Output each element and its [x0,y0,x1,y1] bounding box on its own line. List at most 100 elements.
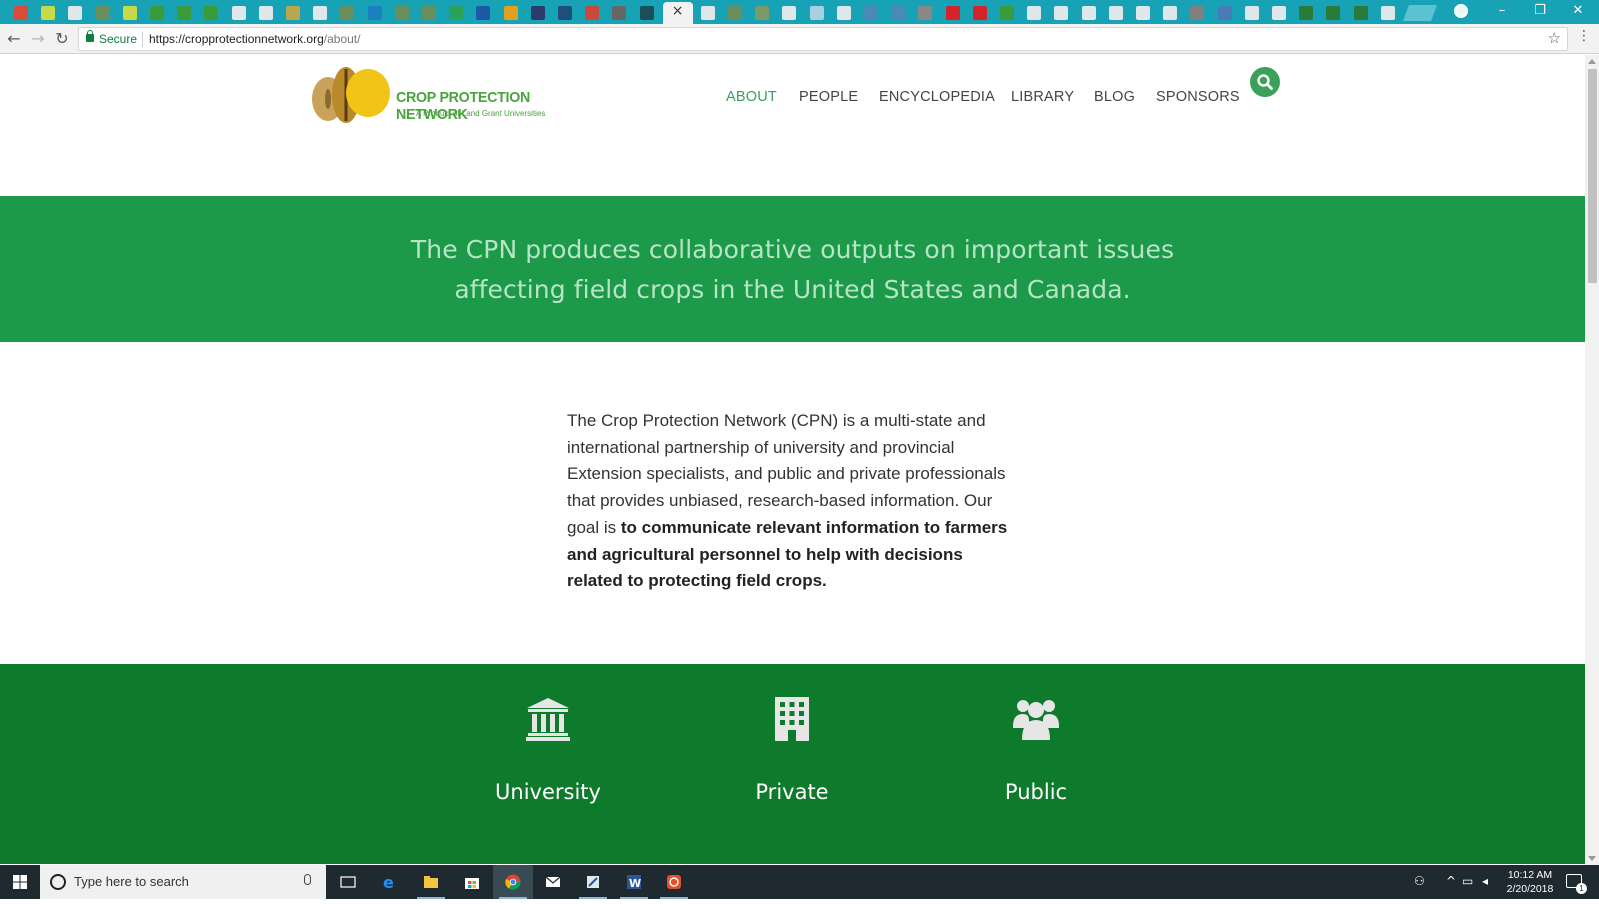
taskbar-app-snipping-tool[interactable] [573,865,613,899]
browser-tab[interactable] [1266,2,1292,24]
browser-tab[interactable] [749,2,775,24]
browser-tab[interactable] [498,2,524,24]
browser-tab[interactable] [416,2,442,24]
bookmark-star-icon[interactable]: ☆ [1548,29,1561,47]
browser-tab[interactable] [226,2,252,24]
browser-tab[interactable] [171,2,197,24]
browser-tab[interactable] [470,2,496,24]
partner-types-section: University Private Public [0,664,1585,864]
nav-blog[interactable]: BLOG [1094,89,1135,105]
browser-tab[interactable] [552,2,578,24]
browser-tab[interactable] [1076,2,1102,24]
taskbar-app-word[interactable]: W [614,865,654,899]
tab-favicon-icon [585,6,600,20]
users-icon [1013,700,1059,740]
browser-tab[interactable] [1021,2,1047,24]
show-hidden-icons-icon[interactable]: ^ [1446,874,1456,888]
browser-tab[interactable] [1239,2,1265,24]
nav-encyclopedia[interactable]: ENCYCLOPEDIA [879,89,995,105]
tab-favicon-icon [1190,6,1205,20]
browser-tab[interactable] [994,2,1020,24]
taskbar-search-box[interactable]: Type here to search [40,865,326,899]
task-view-button[interactable] [328,865,368,899]
browser-tab[interactable] [634,2,660,24]
browser-tab[interactable] [8,2,34,24]
url-text[interactable]: https://cropprotectionnetwork.org/about/ [149,32,360,46]
nav-library[interactable]: LIBRARY [1011,89,1074,105]
tab-favicon-icon [1353,6,1368,20]
browser-tab[interactable] [695,2,721,24]
start-button[interactable] [0,865,40,899]
browser-tab[interactable] [1375,2,1401,24]
minimize-button[interactable]: – [1484,0,1520,24]
browser-tab[interactable] [1157,2,1183,24]
taskbar-app-file-explorer[interactable] [411,865,451,899]
browser-tab[interactable] [831,2,857,24]
network-icon[interactable]: ▭ [1462,874,1473,888]
browser-tab[interactable] [722,2,748,24]
browser-tab[interactable] [198,2,224,24]
browser-tab-active[interactable]: × [662,2,693,24]
browser-tab[interactable] [885,2,911,24]
browser-tab[interactable] [1048,2,1074,24]
tab-favicon-icon [891,6,906,20]
profile-icon[interactable] [1454,4,1468,18]
browser-tab[interactable] [90,2,116,24]
browser-tab[interactable] [940,2,966,24]
volume-icon[interactable]: ◂ [1482,874,1488,888]
browser-tab[interactable] [525,2,551,24]
browser-tab[interactable] [1184,2,1210,24]
browser-tab[interactable] [307,2,333,24]
browser-tab[interactable] [144,2,170,24]
microphone-icon[interactable] [304,874,311,885]
close-window-button[interactable]: ✕ [1560,0,1596,24]
site-search-button[interactable] [1250,67,1280,97]
browser-tab[interactable] [35,2,61,24]
browser-tab[interactable] [1348,2,1374,24]
taskbar-app-edge[interactable]: e [370,865,410,899]
browser-tab[interactable] [804,2,830,24]
page-scrollbar[interactable] [1585,55,1599,865]
browser-tab[interactable] [62,2,88,24]
browser-tab[interactable] [334,2,360,24]
nav-people[interactable]: PEOPLE [799,89,858,105]
back-button[interactable]: ← [3,28,25,50]
browser-tab[interactable] [1293,2,1319,24]
browser-tab[interactable] [443,2,469,24]
restore-button[interactable]: ❐ [1522,0,1558,24]
browser-tab[interactable] [1103,2,1129,24]
browser-tab[interactable] [280,2,306,24]
forward-button[interactable]: → [27,28,49,50]
taskbar-app-snagit[interactable] [654,865,694,899]
browser-tab[interactable] [858,2,884,24]
browser-tab[interactable] [117,2,143,24]
reload-button[interactable]: ↻ [51,28,73,50]
taskbar-app-chrome[interactable] [493,865,533,899]
browser-tab[interactable] [389,2,415,24]
browser-menu-icon[interactable]: ⋮ [1577,28,1591,44]
browser-tab[interactable] [1212,2,1238,24]
browser-tab[interactable] [1320,2,1346,24]
browser-tab[interactable] [776,2,802,24]
address-bar[interactable]: Secure https://cropprotectionnetwork.org… [78,27,1568,51]
nav-about[interactable]: ABOUT [726,89,777,105]
scroll-thumb[interactable] [1588,69,1597,283]
browser-tab[interactable] [912,2,938,24]
site-logo[interactable]: CROP PROTECTION NETWORK A Product of Lan… [306,63,596,125]
browser-tab[interactable] [253,2,279,24]
scroll-down-arrow-icon[interactable] [1588,856,1596,861]
new-tab-button[interactable] [1403,5,1437,21]
browser-tab[interactable] [579,2,605,24]
browser-tab[interactable] [967,2,993,24]
browser-tab[interactable] [1130,2,1156,24]
taskbar-app-store[interactable] [452,865,492,899]
nav-sponsors[interactable]: SPONSORS [1156,89,1240,105]
browser-tab[interactable] [606,2,632,24]
snagit-icon [667,875,681,889]
scroll-up-arrow-icon[interactable] [1588,59,1596,64]
taskbar-app-mail[interactable] [533,865,573,899]
people-icon[interactable]: ⚇ [1414,874,1425,888]
system-clock[interactable]: 10:12 AM 2/20/2018 [1500,868,1560,896]
close-tab-icon[interactable]: × [672,3,684,19]
browser-tab[interactable] [362,2,388,24]
